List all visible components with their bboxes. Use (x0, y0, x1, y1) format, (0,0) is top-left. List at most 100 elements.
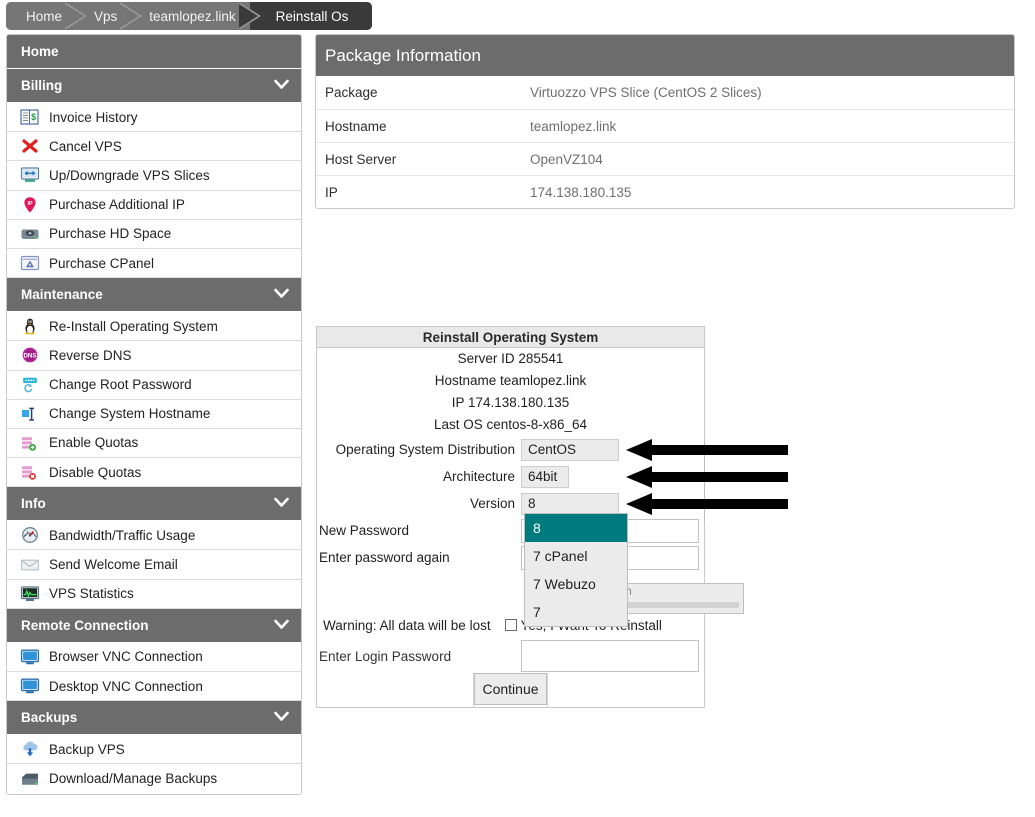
sidebar-item-vps-statistics[interactable]: VPS Statistics (7, 579, 301, 609)
gauge-icon (19, 525, 41, 545)
sidebar-item-purchase-cpanel[interactable]: Purchase CPanel (7, 248, 301, 279)
monitor-arrows-icon (19, 165, 41, 185)
version-option-7[interactable]: 7 (525, 598, 627, 626)
sidebar-item-label: Purchase Additional IP (49, 197, 185, 213)
sidebar-section-remote-connection[interactable]: Remote Connection (7, 608, 301, 643)
version-option-7-webuzo[interactable]: 7 Webuzo (525, 570, 627, 598)
sidebar-item-enable-quotas[interactable]: Enable Quotas (7, 428, 301, 459)
archive-icon (19, 769, 41, 789)
sidebar-section-title: Maintenance (21, 287, 103, 303)
sidebar-item-label: Bandwidth/Traffic Usage (49, 527, 196, 543)
breadcrumb-item-home[interactable]: Home (6, 2, 88, 30)
chevron-down-icon[interactable] (274, 710, 289, 725)
chevron-down-icon[interactable] (274, 618, 289, 633)
sidebar-item-re-install-operating-system[interactable]: Re-Install Operating System (7, 312, 301, 342)
new-password-label: New Password (319, 523, 410, 538)
package-info-key: Hostname (325, 118, 387, 134)
version-option-7-cpanel[interactable]: 7 cPanel (525, 542, 627, 570)
continue-button[interactable]: Continue (474, 673, 547, 705)
sidebar-item-cancel-vps[interactable]: Cancel VPS (7, 132, 301, 162)
sidebar-item-reverse-dns[interactable]: DNS Reverse DNS (7, 341, 301, 371)
os-distribution-select[interactable]: CentOS (521, 438, 619, 461)
sidebar-item-change-system-hostname[interactable]: Change System Hostname (7, 399, 301, 429)
sidebar-item-change-root-password[interactable]: Change Root Password (7, 370, 301, 400)
package-information-title: Package Information (316, 35, 1014, 76)
sidebar-item-invoice-history[interactable]: $ Invoice History (7, 103, 301, 133)
version-select[interactable]: 8 (521, 492, 619, 515)
sidebar-section-home[interactable]: Home (7, 35, 301, 69)
invoice-icon: $ (19, 107, 41, 127)
architecture-select[interactable]: 64bit (521, 465, 569, 488)
sidebar-section-backups[interactable]: Backups (7, 701, 301, 736)
sidebar-item-label: Download/Manage Backups (49, 771, 218, 787)
svg-text:IP: IP (27, 201, 32, 207)
submit-row-spacer (317, 673, 474, 707)
login-password-input[interactable] (521, 640, 699, 672)
breadcrumb-item-reinstall-os[interactable]: Reinstall Os (249, 2, 373, 30)
sidebar-item-label: Purchase CPanel (49, 255, 155, 271)
breadcrumb-chevron-icon (65, 2, 88, 30)
sidebar-item-label: Backup VPS (49, 741, 125, 757)
sidebar-item-purchase-additional-ip[interactable]: IP Purchase Additional IP (7, 190, 301, 220)
submit-row: Continue (317, 673, 704, 707)
sidebar-item-up-downgrade-vps-slices[interactable]: Up/Downgrade VPS Slices (7, 161, 301, 191)
cpanel-icon (19, 253, 41, 273)
sidebar-item-label: Enable Quotas (49, 435, 139, 451)
sidebar-item-disable-quotas[interactable]: Disable Quotas (7, 458, 301, 488)
os-distribution-label: Operating System Distribution (335, 442, 515, 457)
version-option-8[interactable]: 8 (525, 514, 627, 542)
confirm-password-label: Enter password again (319, 550, 450, 565)
sidebar-item-label: Browser VNC Connection (49, 649, 203, 665)
breadcrumb-chevron-icon (238, 2, 261, 30)
sidebar-nav: Home Billing $ Invoice History Cancel VPS Up/… (6, 34, 302, 795)
reinstall-operating-system-form: Reinstall Operating System Server ID 285… (316, 326, 705, 708)
monitor-icon (19, 647, 41, 667)
sidebar-item-label: Cancel VPS (49, 138, 122, 154)
sidebar-item-browser-vnc-connection[interactable]: Browser VNC Connection (7, 642, 301, 672)
envelope-icon (19, 555, 41, 575)
breadcrumb-item-label: Home (26, 8, 63, 24)
sidebar-item-label: Up/Downgrade VPS Slices (49, 167, 210, 183)
package-info-row: Host Server OpenVZ104 (316, 142, 1014, 175)
sidebar-section-title: Info (21, 496, 46, 512)
version-dropdown-list[interactable]: 87 cPanel 7 Webuzo 7 (524, 513, 628, 627)
sidebar-item-label: Disable Quotas (49, 464, 142, 480)
text-cursor-icon (19, 404, 41, 424)
sidebar-section-billing[interactable]: Billing (7, 69, 301, 103)
package-info-row: Package Virtuozzo VPS Slice (CentOS 2 Sli… (316, 76, 1014, 109)
sidebar-item-backup-vps[interactable]: Backup VPS (7, 735, 301, 765)
chevron-down-icon[interactable] (274, 496, 289, 511)
package-info-key: IP (325, 184, 338, 200)
sidebar-section-title: Billing (21, 78, 63, 93)
package-information-rows: Package Virtuozzo VPS Slice (CentOS 2 Sli… (316, 76, 1014, 208)
confirm-reinstall-checkbox[interactable] (504, 619, 517, 631)
svg-text:DNS: DNS (23, 353, 36, 360)
sidebar-item-send-welcome-email[interactable]: Send Welcome Email (7, 550, 301, 580)
sidebar-item-label: VPS Statistics (49, 586, 134, 602)
breadcrumb-item-teamlopez-link[interactable]: teamlopez.link (131, 2, 261, 30)
breadcrumb-item-label: Vps (94, 8, 118, 24)
sidebar-item-purchase-hd-space[interactable]: Purchase HD Space (7, 219, 301, 249)
sidebar-item-label: Send Welcome Email (49, 557, 178, 573)
chevron-down-icon[interactable] (274, 78, 289, 93)
quota-add-icon (19, 433, 41, 453)
sidebar-section-info[interactable]: Info (7, 487, 301, 522)
package-info-row: IP 174.138.180.135 (316, 175, 1014, 208)
sidebar-item-desktop-vnc-connection[interactable]: Desktop VNC Connection (7, 672, 301, 702)
os-distribution-row: Operating System Distribution CentOS (317, 436, 704, 463)
harddisk-icon (19, 224, 41, 244)
sidebar-item-label: Invoice History (49, 109, 138, 125)
sidebar-section-maintenance[interactable]: Maintenance (7, 278, 301, 313)
download-cloud-icon (19, 739, 41, 759)
login-password-label: Enter Login Password (319, 648, 452, 664)
login-password-row: Enter Login Password (317, 639, 704, 673)
ip-pin-icon: IP (19, 195, 41, 215)
architecture-label: Architecture (442, 469, 515, 484)
chevron-down-icon[interactable] (274, 287, 289, 302)
sidebar-item-download-manage-backups[interactable]: Download/Manage Backups (7, 764, 301, 794)
sidebar-item-bandwidth-traffic-usage[interactable]: Bandwidth/Traffic Usage (7, 521, 301, 551)
password-refresh-icon (19, 375, 41, 395)
package-info-value: teamlopez.link (530, 118, 617, 134)
red-x-icon (19, 136, 41, 156)
version-row: Version 8 (317, 490, 704, 517)
